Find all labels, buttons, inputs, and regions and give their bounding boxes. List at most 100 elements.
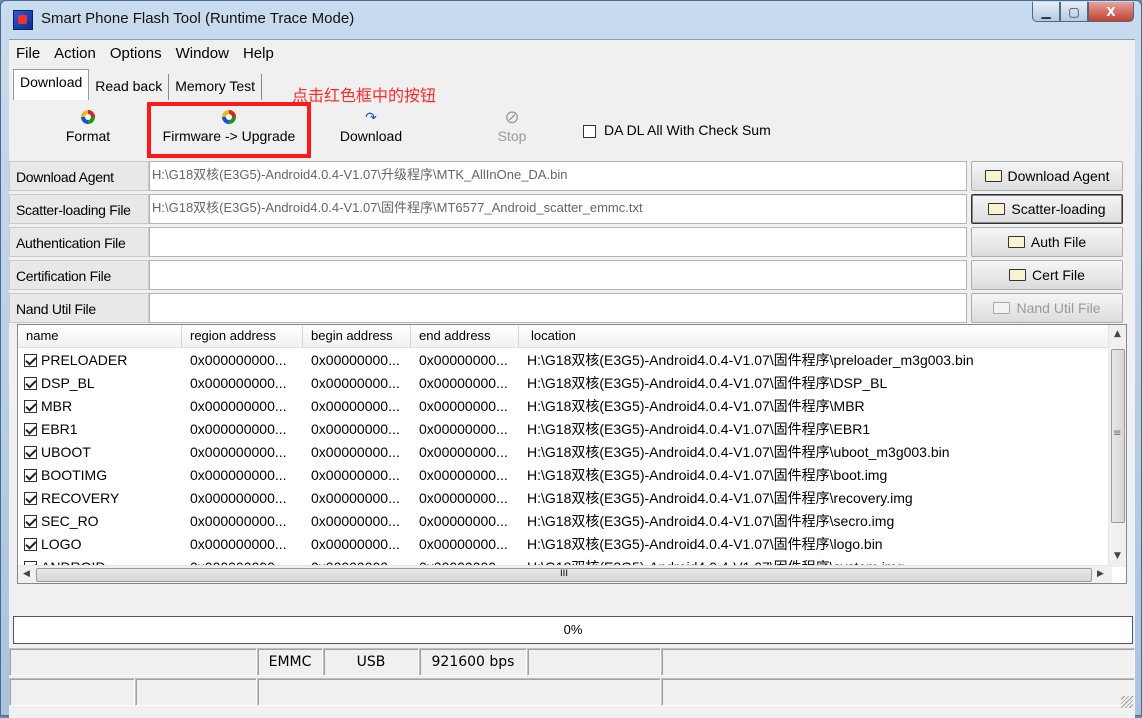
resize-grip-icon[interactable] bbox=[1121, 696, 1133, 708]
nand-util-button-label: Nand Util File bbox=[1016, 300, 1101, 316]
nand-util-input[interactable] bbox=[149, 293, 967, 323]
cert-file-label: Certification File bbox=[9, 260, 149, 290]
status-storage: EMMC bbox=[257, 648, 323, 676]
tab-read-back[interactable]: Read back bbox=[89, 74, 170, 100]
client-area: File Action Options Window Help Download… bbox=[9, 39, 1135, 718]
stop-button[interactable]: ⊘ Stop bbox=[485, 106, 539, 154]
minimize-button[interactable]: ▁ bbox=[1032, 2, 1060, 22]
partition-name-cell[interactable]: PRELOADER bbox=[24, 349, 127, 372]
end-address-cell: 0x00000000... bbox=[419, 398, 508, 414]
location-cell: H:\G18双核(E3G5)-Android4.0.4-V1.07\固件程序\D… bbox=[527, 375, 888, 391]
end-address-cell: 0x00000000... bbox=[419, 352, 508, 368]
table-row[interactable]: PRELOADER 0x000000000... 0x00000000... 0x00… bbox=[18, 349, 1112, 372]
scroll-up-icon[interactable]: ▲ bbox=[1109, 329, 1126, 339]
cert-file-input[interactable] bbox=[149, 260, 967, 290]
cert-file-row: Certification File Cert File bbox=[9, 260, 1135, 292]
da-checksum-option[interactable]: DA DL All With Check Sum bbox=[583, 122, 771, 138]
maximize-button[interactable]: ▢ bbox=[1060, 2, 1088, 22]
close-button[interactable]: X bbox=[1088, 2, 1134, 22]
column-begin-address[interactable]: begin address bbox=[303, 325, 411, 347]
menu-options[interactable]: Options bbox=[103, 45, 169, 62]
status-cell-empty-4 bbox=[9, 678, 135, 706]
table-row[interactable]: BOOTIMG 0x000000000... 0x00000000... 0x0000… bbox=[18, 464, 1112, 487]
partition-checkbox[interactable] bbox=[24, 377, 37, 390]
begin-address-cell: 0x00000000... bbox=[311, 513, 400, 529]
auth-file-button-label: Auth File bbox=[1030, 234, 1087, 250]
table-row[interactable]: UBOOT 0x000000000... 0x00000000... 0x000000… bbox=[18, 441, 1112, 464]
partition-name-cell[interactable]: UBOOT bbox=[24, 441, 91, 464]
table-row[interactable]: DSP_BL 0x000000000... 0x00000000... 0x00000… bbox=[18, 372, 1112, 395]
vertical-scroll-thumb[interactable]: ≡ bbox=[1111, 349, 1125, 523]
scatter-loading-input[interactable]: H:\G18双核(E3G5)-Android4.0.4-V1.07\固件程序\M… bbox=[149, 194, 967, 224]
nand-util-row: Nand Util File Nand Util File bbox=[9, 293, 1135, 325]
table-row[interactable]: SEC_RO 0x000000000... 0x00000000... 0x00000… bbox=[18, 510, 1112, 533]
table-row[interactable]: LOGO 0x000000000... 0x00000000... 0x0000000… bbox=[18, 533, 1112, 556]
partition-checkbox[interactable] bbox=[24, 446, 37, 459]
partition-checkbox[interactable] bbox=[24, 469, 37, 482]
partition-name-cell[interactable]: RECOVERY bbox=[24, 487, 119, 510]
partition-checkbox[interactable] bbox=[24, 538, 37, 551]
title-bar[interactable]: Smart Phone Flash Tool (Runtime Trace Mo… bbox=[1, 1, 1141, 39]
cert-file-button[interactable]: Cert File bbox=[971, 260, 1123, 290]
download-agent-button[interactable]: Download Agent bbox=[971, 161, 1123, 191]
location-cell: H:\G18双核(E3G5)-Android4.0.4-V1.07\固件程序\M… bbox=[527, 398, 865, 414]
minimize-icon: ▁ bbox=[1041, 4, 1051, 19]
progress-bar: 0% bbox=[13, 616, 1133, 644]
scroll-right-icon[interactable]: ▶ bbox=[1092, 569, 1109, 579]
region-address-cell: 0x000000000... bbox=[190, 444, 287, 460]
status-cell-empty-3 bbox=[661, 648, 1135, 676]
menu-action[interactable]: Action bbox=[47, 45, 103, 62]
menu-help[interactable]: Help bbox=[236, 45, 281, 62]
partition-name-cell[interactable]: LOGO bbox=[24, 533, 81, 556]
auth-file-button[interactable]: Auth File bbox=[971, 227, 1123, 257]
partition-name-cell[interactable]: BOOTIMG bbox=[24, 464, 107, 487]
tab-memory-test[interactable]: Memory Test bbox=[169, 74, 263, 100]
column-name[interactable]: name bbox=[18, 325, 182, 347]
da-checksum-checkbox[interactable] bbox=[583, 124, 596, 138]
partition-checkbox[interactable] bbox=[24, 354, 37, 367]
vertical-scrollbar[interactable]: ▲ ≡ ▼ bbox=[1108, 325, 1126, 567]
partition-table: name region address begin address end ad… bbox=[17, 324, 1127, 584]
status-cell-empty-5 bbox=[135, 678, 257, 706]
column-end-address[interactable]: end address bbox=[411, 325, 519, 347]
download-agent-input[interactable]: H:\G18双核(E3G5)-Android4.0.4-V1.07\升级程序\M… bbox=[149, 161, 967, 191]
menu-window[interactable]: Window bbox=[169, 45, 236, 62]
download-button[interactable]: ↷ Download bbox=[329, 106, 413, 154]
auth-file-input[interactable] bbox=[149, 227, 967, 257]
partition-name-cell[interactable]: SEC_RO bbox=[24, 510, 99, 533]
table-row[interactable]: EBR1 0x000000000... 0x00000000... 0x0000000… bbox=[18, 418, 1112, 441]
table-row[interactable]: RECOVERY 0x000000000... 0x00000000... 0x000… bbox=[18, 487, 1112, 510]
partition-checkbox[interactable] bbox=[24, 492, 37, 505]
end-address-cell: 0x00000000... bbox=[419, 375, 508, 391]
download-agent-row: Download Agent H:\G18双核(E3G5)-Android4.0… bbox=[9, 161, 1135, 193]
status-cell-empty-6 bbox=[257, 678, 661, 706]
format-icon bbox=[81, 110, 95, 124]
tab-download[interactable]: Download bbox=[13, 69, 90, 100]
horizontal-scrollbar[interactable]: ◀ III ▶ bbox=[18, 565, 1112, 583]
scatter-loading-label: Scatter-loading File bbox=[9, 194, 149, 224]
partition-name: MBR bbox=[41, 398, 73, 414]
partition-checkbox[interactable] bbox=[24, 515, 37, 528]
scatter-loading-button[interactable]: Scatter-loading bbox=[971, 194, 1123, 224]
table-row[interactable]: MBR 0x000000000... 0x00000000... 0x00000000… bbox=[18, 395, 1112, 418]
partition-checkbox[interactable] bbox=[24, 400, 37, 413]
partition-name-cell[interactable]: EBR1 bbox=[24, 418, 78, 441]
column-region-address[interactable]: region address bbox=[182, 325, 303, 347]
partition-name-cell[interactable]: MBR bbox=[24, 395, 72, 418]
menu-file[interactable]: File bbox=[9, 45, 47, 62]
partition-name: SEC_RO bbox=[41, 513, 99, 529]
horizontal-scroll-thumb[interactable]: III bbox=[36, 568, 1092, 582]
end-address-cell: 0x00000000... bbox=[419, 513, 508, 529]
scroll-left-icon[interactable]: ◀ bbox=[18, 569, 35, 579]
nand-util-button[interactable]: Nand Util File bbox=[971, 293, 1123, 323]
partition-name: LOGO bbox=[41, 536, 82, 552]
scroll-down-icon[interactable]: ▼ bbox=[1109, 551, 1126, 561]
region-address-cell: 0x000000000... bbox=[190, 536, 287, 552]
column-location[interactable]: location bbox=[519, 325, 1112, 347]
format-button[interactable]: Format bbox=[53, 106, 123, 154]
partition-name-cell[interactable]: DSP_BL bbox=[24, 372, 95, 395]
location-cell: H:\G18双核(E3G5)-Android4.0.4-V1.07\固件程序\p… bbox=[527, 352, 974, 368]
folder-icon bbox=[993, 302, 1011, 314]
hthumb-grip-icon: III bbox=[560, 569, 568, 579]
partition-checkbox[interactable] bbox=[24, 423, 37, 436]
